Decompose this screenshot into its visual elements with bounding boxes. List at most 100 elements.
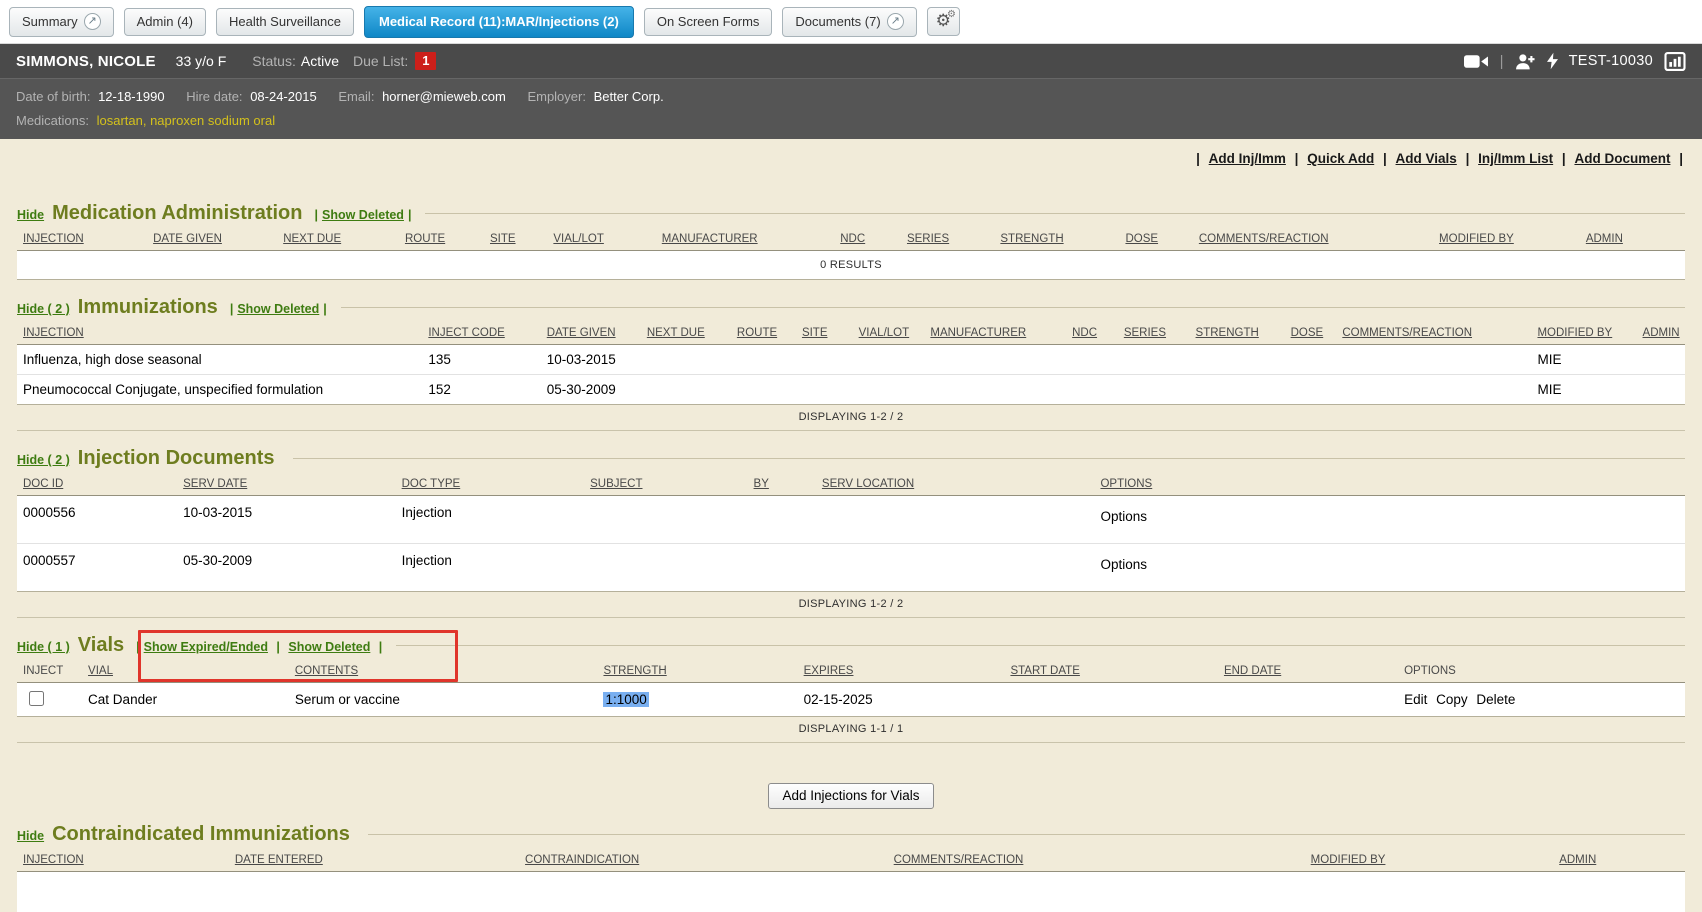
copy-link[interactable]: Copy	[1436, 692, 1468, 707]
vial-select-checkbox[interactable]	[29, 691, 44, 706]
col-header-date-given[interactable]: DATE GIVEN	[547, 327, 616, 339]
col-header-doc-type[interactable]: DOC TYPE	[402, 478, 461, 490]
popout-icon[interactable]: ↗	[887, 13, 904, 30]
tab-label: Medical Record (11):MAR/Injections (2)	[379, 14, 619, 29]
col-header-injection[interactable]: INJECTION	[23, 854, 84, 866]
separator: |	[314, 208, 318, 222]
edit-link[interactable]: Edit	[1404, 692, 1427, 707]
col-header-comments-reaction[interactable]: COMMENTS/REACTION	[894, 854, 1024, 866]
cell-empty	[1066, 345, 1118, 375]
col-header-vial-lot[interactable]: VIAL/LOT	[553, 233, 604, 245]
col-header-modified-by[interactable]: MODIFIED BY	[1311, 854, 1386, 866]
col-header-expires[interactable]: EXPIRES	[804, 665, 854, 677]
header-rule	[396, 645, 1685, 646]
show-deleted-link[interactable]: Show Deleted	[288, 640, 370, 654]
col-header-doc-id[interactable]: DOC ID	[23, 478, 63, 490]
hide-link[interactable]: Hide ( 1 )	[17, 640, 70, 654]
tab-health-surveillance[interactable]: Health Surveillance	[216, 8, 354, 36]
col-header-series[interactable]: SERIES	[907, 233, 949, 245]
cell-empty	[748, 544, 816, 592]
col-header-route[interactable]: ROUTE	[405, 233, 445, 245]
delete-link[interactable]: Delete	[1476, 692, 1515, 707]
col-header-comments-reaction[interactable]: COMMENTS/REACTION	[1199, 233, 1329, 245]
col-header-admin[interactable]: ADMIN	[1559, 854, 1596, 866]
col-header-vial-lot[interactable]: VIAL/LOT	[859, 327, 910, 339]
hide-link[interactable]: Hide	[17, 829, 44, 843]
col-header-modified-by[interactable]: MODIFIED BY	[1439, 233, 1514, 245]
inject-checkbox-cell	[17, 683, 82, 717]
show-deleted-link[interactable]: Show Deleted	[322, 208, 404, 222]
col-header-strength[interactable]: STRENGTH	[1000, 233, 1063, 245]
section-vials: Hide ( 1 ) Vials | Show Expired/Ended | …	[17, 634, 1685, 743]
tab-admin[interactable]: Admin (4)	[124, 8, 206, 36]
col-header-modified-by[interactable]: MODIFIED BY	[1537, 327, 1612, 339]
add-injections-for-vials-button[interactable]: Add Injections for Vials	[768, 783, 933, 809]
hide-link[interactable]: Hide ( 2 )	[17, 453, 70, 467]
quick-add-link[interactable]: Quick Add	[1307, 151, 1374, 166]
col-header-dose[interactable]: DOSE	[1125, 233, 1158, 245]
col-header-manufacturer[interactable]: MANUFACTURER	[662, 233, 758, 245]
immunizations-table: INJECTION INJECT CODE DATE GIVEN NEXT DU…	[17, 323, 1685, 405]
col-header-ndc[interactable]: NDC	[1072, 327, 1097, 339]
col-header-date-entered[interactable]: DATE ENTERED	[235, 854, 323, 866]
col-header-series[interactable]: SERIES	[1124, 327, 1166, 339]
col-header-end-date[interactable]: END DATE	[1224, 665, 1281, 677]
col-header-strength[interactable]: STRENGTH	[603, 665, 666, 677]
show-expired-ended-link[interactable]: Show Expired/Ended	[144, 640, 268, 654]
options-menu[interactable]: Options	[1100, 509, 1147, 524]
cell-empty	[1336, 375, 1531, 405]
lightning-bolt-icon[interactable]	[1547, 52, 1558, 70]
cell-empty	[1336, 345, 1531, 375]
separator: |	[1295, 151, 1299, 166]
cell-empty	[731, 345, 796, 375]
tab-summary[interactable]: Summary ↗	[9, 7, 114, 37]
col-header-vial[interactable]: VIAL	[88, 665, 113, 677]
col-header-site[interactable]: SITE	[490, 233, 516, 245]
add-document-link[interactable]: Add Document	[1574, 151, 1670, 166]
col-header-start-date[interactable]: START DATE	[1010, 665, 1079, 677]
col-header-date-given[interactable]: DATE GIVEN	[153, 233, 222, 245]
hide-link[interactable]: Hide	[17, 208, 44, 222]
col-header-manufacturer[interactable]: MANUFACTURER	[930, 327, 1026, 339]
col-header-options[interactable]: OPTIONS	[1100, 478, 1152, 490]
tab-documents[interactable]: Documents (7) ↗	[782, 7, 916, 37]
col-header-next-due[interactable]: NEXT DUE	[647, 327, 705, 339]
col-header-admin[interactable]: ADMIN	[1643, 327, 1680, 339]
col-header-site[interactable]: SITE	[802, 327, 828, 339]
add-inj-imm-link[interactable]: Add Inj/Imm	[1209, 151, 1286, 166]
tab-on-screen-forms[interactable]: On Screen Forms	[644, 8, 773, 36]
col-header-injection[interactable]: INJECTION	[23, 233, 84, 245]
medications-list[interactable]: losartan, naproxen sodium oral	[97, 113, 276, 128]
col-header-route[interactable]: ROUTE	[737, 327, 777, 339]
due-list-badge[interactable]: 1	[415, 52, 436, 70]
col-header-admin[interactable]: ADMIN	[1586, 233, 1623, 245]
col-header-by[interactable]: BY	[754, 478, 769, 490]
inj-imm-list-link[interactable]: Inj/Imm List	[1478, 151, 1553, 166]
col-header-subject[interactable]: SUBJECT	[590, 478, 642, 490]
add-vials-link[interactable]: Add Vials	[1396, 151, 1457, 166]
modified-by: MIE	[1531, 375, 1636, 405]
col-header-contents[interactable]: CONTENTS	[295, 665, 358, 677]
doc-id[interactable]: 0000557	[17, 544, 177, 592]
col-header-serv-date[interactable]: SERV DATE	[183, 478, 247, 490]
show-deleted-link[interactable]: Show Deleted	[237, 302, 319, 316]
col-header-serv-location[interactable]: SERV LOCATION	[822, 478, 914, 490]
tab-medical-record-active[interactable]: Medical Record (11):MAR/Injections (2)	[364, 6, 634, 38]
doc-id[interactable]: 0000556	[17, 496, 177, 544]
options-menu[interactable]: Options	[1100, 557, 1147, 572]
col-header-comments-reaction[interactable]: COMMENTS/REACTION	[1342, 327, 1472, 339]
bar-chart-icon[interactable]	[1664, 52, 1686, 71]
col-header-ndc[interactable]: NDC	[840, 233, 865, 245]
col-header-next-due[interactable]: NEXT DUE	[283, 233, 341, 245]
table-row: Influenza, high dose seasonal 135 10-03-…	[17, 345, 1685, 375]
col-header-inject-code[interactable]: INJECT CODE	[428, 327, 504, 339]
col-header-injection[interactable]: INJECTION	[23, 327, 84, 339]
col-header-strength[interactable]: STRENGTH	[1196, 327, 1259, 339]
settings-tab[interactable]: ⚙ ⚙	[927, 7, 960, 36]
video-camera-icon[interactable]	[1464, 53, 1489, 70]
popout-icon[interactable]: ↗	[84, 13, 101, 30]
col-header-contraindication[interactable]: CONTRAINDICATION	[525, 854, 639, 866]
col-header-dose[interactable]: DOSE	[1291, 327, 1324, 339]
add-user-icon[interactable]	[1515, 53, 1536, 70]
hide-link[interactable]: Hide ( 2 )	[17, 302, 70, 316]
